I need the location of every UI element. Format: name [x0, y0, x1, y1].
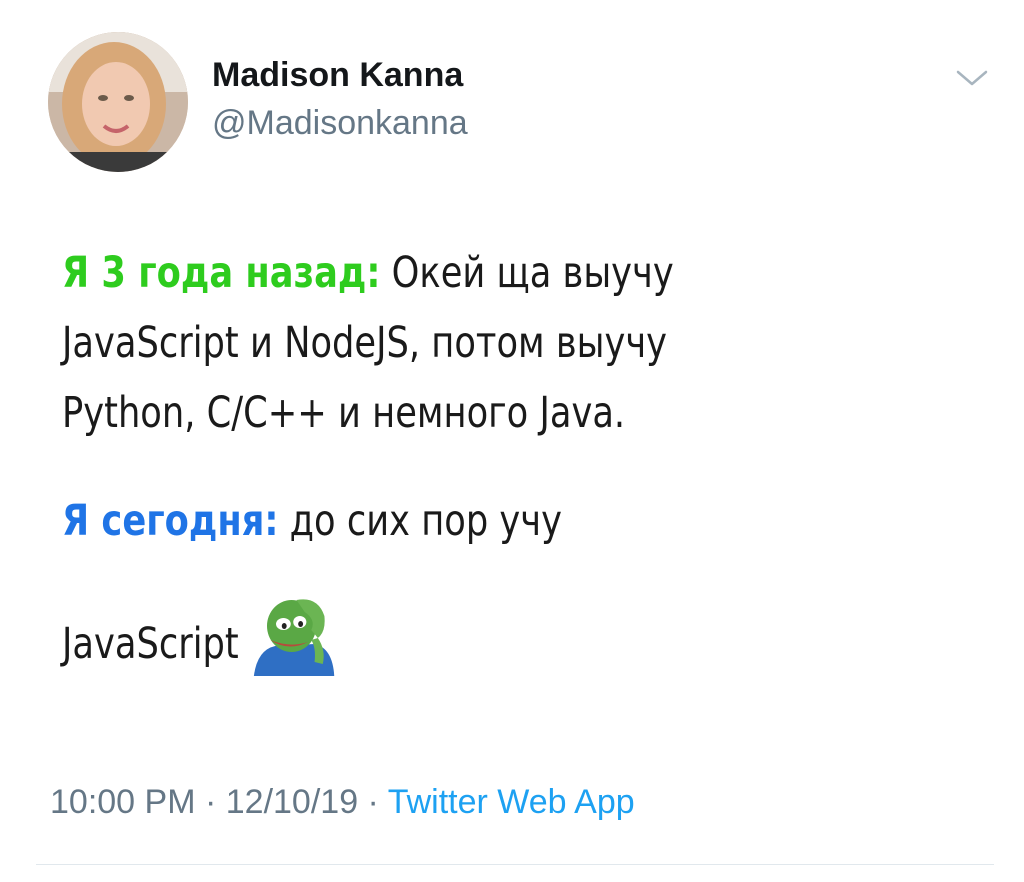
tweet-source-link[interactable]: Twitter Web App — [388, 783, 635, 821]
tweet-paragraph-1: Я 3 года назад: Окей ща выучу JavaScript… — [62, 238, 674, 448]
tweet-lead-past: Я 3 года назад: — [62, 248, 381, 298]
tweet-text: Python, C/C++ и немного Java. — [62, 388, 626, 438]
tweet-paragraph-3: JavaScript — [62, 590, 336, 679]
facepalm-pepe-frog-icon — [250, 590, 335, 676]
avatar-photo — [48, 32, 188, 172]
tweet-card: Madison Kanna @Madisonkanna Я 3 года наз… — [0, 0, 1024, 882]
chevron-down-icon[interactable] — [954, 66, 990, 90]
tweet-time[interactable]: 10:00 PM — [50, 783, 196, 821]
avatar[interactable] — [48, 32, 188, 172]
tweet-text: до сих пор учу — [278, 496, 562, 546]
tweet-text: JavaScript и NodeJS, потом выучу — [62, 318, 668, 368]
tweet-text: Окей ща выучу — [380, 248, 674, 298]
tweet-lead-today: Я сегодня: — [62, 496, 279, 546]
meta-separator: · — [358, 783, 388, 821]
tweet-paragraph-2: Я сегодня: до сих пор учу — [62, 486, 562, 556]
tweet-text: JavaScript — [62, 619, 239, 669]
tweet-meta: 10:00 PM · 12/10/19 · Twitter Web App — [50, 783, 635, 822]
divider — [36, 864, 994, 865]
tweet-date[interactable]: 12/10/19 — [226, 783, 358, 821]
author-handle[interactable]: @Madisonkanna — [212, 104, 468, 143]
author-name[interactable]: Madison Kanna — [212, 56, 463, 95]
meta-separator: · — [195, 783, 226, 821]
